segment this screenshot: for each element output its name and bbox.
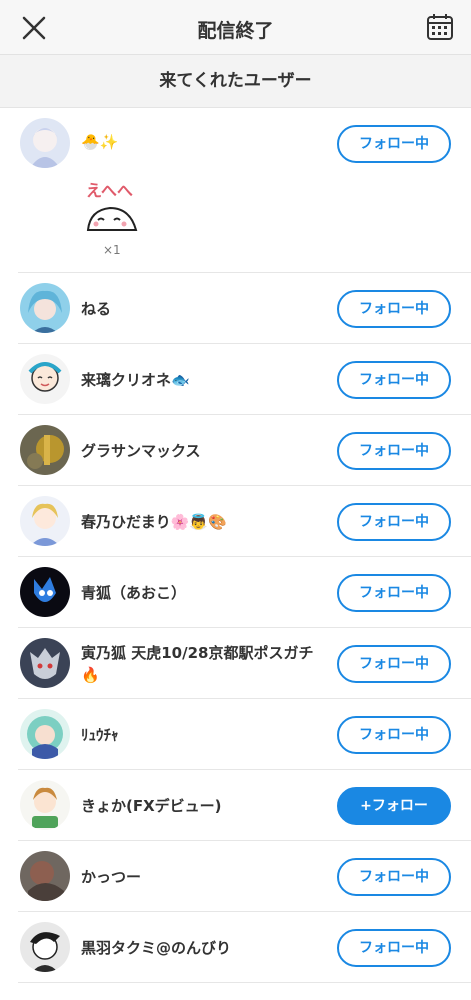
list-item[interactable]: 青狐（あおこ） フォロー中 [18, 557, 471, 628]
user-name: 黒羽タクミ@のんびり [81, 939, 232, 957]
user-name: 🐣✨ [81, 133, 119, 151]
visitor-list: 🐣✨ フォロー中 えへへ ×1 ねる フォロー中 来璃クリオネ🐟 フォロー中 グ… [0, 108, 471, 983]
gift-count: ×1 [103, 243, 121, 257]
user-name: 寅乃狐 天虎10/28京都駅ポスガチ🔥 [81, 644, 314, 684]
avatar[interactable] [20, 709, 70, 759]
avatar[interactable] [20, 567, 70, 617]
avatar[interactable] [20, 425, 70, 475]
follow-button[interactable]: +フォロー [337, 787, 451, 825]
following-button[interactable]: フォロー中 [337, 929, 451, 967]
list-item[interactable]: 寅乃狐 天虎10/28京都駅ポスガチ🔥 フォロー中 [18, 628, 471, 699]
list-item[interactable]: 来璃クリオネ🐟 フォロー中 [18, 344, 471, 415]
following-button[interactable]: フォロー中 [337, 125, 451, 163]
list-item[interactable]: ﾘｭｳﾁｬ フォロー中 [18, 699, 471, 770]
avatar[interactable] [20, 922, 70, 972]
gift-sticker: えへへ [78, 178, 144, 244]
user-name: 春乃ひだまり🌸👼🎨 [81, 513, 227, 531]
avatar[interactable] [20, 638, 70, 688]
avatar[interactable] [20, 283, 70, 333]
avatar[interactable] [20, 118, 70, 168]
following-button[interactable]: フォロー中 [337, 645, 451, 683]
user-name: きょか(FXデビュー) [81, 797, 222, 815]
section-title: 来てくれたユーザー [0, 55, 471, 108]
list-item[interactable]: ねる フォロー中 [18, 273, 471, 344]
following-button[interactable]: フォロー中 [337, 290, 451, 328]
list-item[interactable]: 黒羽タクミ@のんびり フォロー中 [18, 912, 471, 983]
avatar[interactable] [20, 496, 70, 546]
following-button[interactable]: フォロー中 [337, 361, 451, 399]
following-button[interactable]: フォロー中 [337, 858, 451, 896]
avatar[interactable] [20, 354, 70, 404]
following-button[interactable]: フォロー中 [337, 574, 451, 612]
user-name: 来璃クリオネ🐟 [81, 371, 190, 389]
user-name: ねる [81, 300, 112, 318]
user-name: ﾘｭｳﾁｬ [81, 726, 119, 744]
user-name: かっつー [81, 868, 142, 886]
gift-sticker-text: えへへ [86, 181, 133, 200]
list-item[interactable]: 🐣✨ フォロー中 えへへ ×1 [18, 108, 471, 273]
following-button[interactable]: フォロー中 [337, 432, 451, 470]
page-title: 配信終了 [197, 20, 274, 42]
calendar-icon[interactable] [425, 12, 455, 42]
avatar[interactable] [20, 780, 70, 830]
list-item[interactable]: かっつー フォロー中 [18, 841, 471, 912]
list-item[interactable]: 春乃ひだまり🌸👼🎨 フォロー中 [18, 486, 471, 557]
user-name: 青狐（あおこ） [81, 584, 187, 602]
list-item[interactable]: きょか(FXデビュー) +フォロー [18, 770, 471, 841]
following-button[interactable]: フォロー中 [337, 716, 451, 754]
avatar[interactable] [20, 851, 70, 901]
user-name: グラサンマックス [81, 442, 201, 460]
list-item[interactable]: グラサンマックス フォロー中 [18, 415, 471, 486]
top-bar: 配信終了 [0, 0, 471, 55]
following-button[interactable]: フォロー中 [337, 503, 451, 541]
